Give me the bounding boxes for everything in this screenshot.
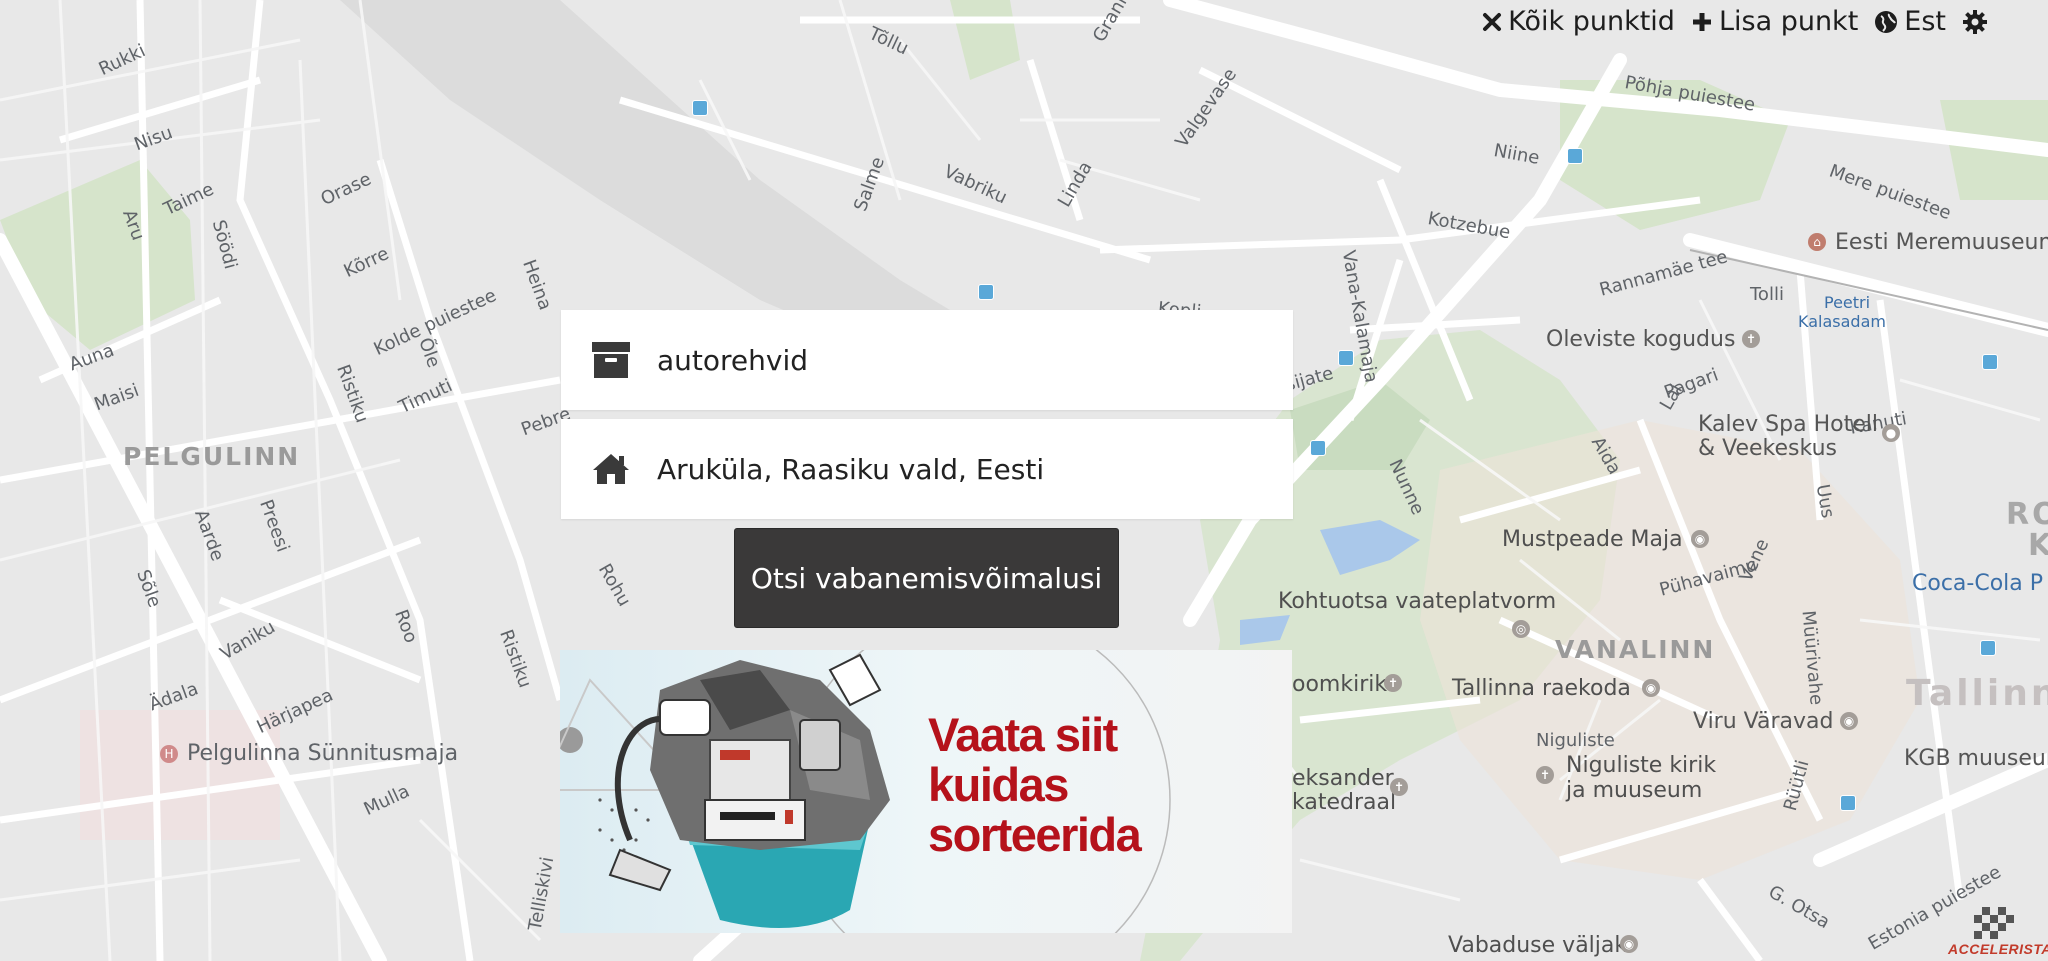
poi-label: oomkirik	[1292, 672, 1388, 697]
church-icon: ✝	[1390, 778, 1408, 796]
poi-label: Coca-Cola P	[1912, 571, 2044, 596]
banner-line-3: sorteerida	[928, 808, 1142, 861]
poi-label: katedraal	[1292, 790, 1397, 815]
poi-label: Peetri	[1824, 293, 1871, 312]
district-label-ro: RO	[2006, 497, 2048, 532]
sorting-guide-banner[interactable]: Vaata siit kuidas sorteerida	[560, 650, 1292, 933]
bus-stop-icon	[1338, 350, 1354, 366]
bus-stop-icon	[1980, 640, 1996, 656]
all-points-label: Kõik punktid	[1508, 6, 1675, 37]
bus-stop-icon	[978, 284, 994, 300]
poi-label: Eesti Meremuuseum	[1835, 230, 2048, 255]
watermark-text: ACCELERISTA	[1948, 941, 2048, 957]
poi-label: Kalasadam	[1798, 312, 1886, 331]
bus-stop-icon	[1567, 148, 1583, 164]
street-label: Niguliste	[1536, 730, 1615, 751]
gear-icon	[1963, 9, 1987, 34]
language-label: Est	[1904, 6, 1946, 37]
church-icon: ✝	[1742, 330, 1760, 348]
landmark-icon: ◉	[1642, 679, 1660, 697]
search-button[interactable]: Otsi vabanemisvõimalusi	[734, 528, 1119, 628]
watermark-logo: ACCELERISTA	[1948, 907, 2048, 957]
banner-headline: Vaata siit kuidas sorteerida	[928, 708, 1142, 861]
top-navigation: Kõik punktid Lisa punkt Est	[1482, 6, 1988, 37]
hospital-icon: H	[160, 745, 178, 763]
church-icon: ✝	[1536, 766, 1554, 784]
waste-type-field	[561, 310, 1293, 410]
poi-label: & Veekeskus	[1698, 436, 1837, 461]
banner-line-1: Vaata siit	[928, 708, 1118, 761]
landmark-icon: ◉	[1691, 530, 1709, 548]
viewpoint-icon: ◎	[1512, 620, 1530, 638]
banner-line-2: kuidas	[928, 758, 1069, 811]
street-label: Tolli	[1750, 284, 1784, 305]
home-icon	[591, 449, 631, 489]
poi-label: Kalev Spa Hotell	[1698, 412, 1878, 437]
poi-label: Mustpeade Maja	[1502, 527, 1683, 552]
poi-label: Viru Väravad	[1693, 709, 1834, 734]
district-label-tallinn: Tallinn	[1906, 673, 2048, 714]
location-input[interactable]	[655, 451, 1259, 487]
bus-stop-icon	[1840, 795, 1856, 811]
plus-icon	[1692, 12, 1711, 31]
hotel-icon: ●	[1882, 424, 1900, 442]
district-label-pelgulinn: PELGULINN	[123, 442, 301, 471]
poi-label: Vabaduse väljak	[1448, 933, 1628, 958]
location-field	[561, 419, 1293, 519]
bus-stop-icon	[1310, 440, 1326, 456]
poi-label: Niguliste kirik	[1566, 753, 1717, 778]
poi-label: ja muuseum	[1566, 778, 1703, 803]
district-label-k: K	[2028, 528, 2048, 563]
district-label-vanalinn: VANALINN	[1555, 635, 1716, 664]
waste-type-input[interactable]	[655, 342, 1259, 378]
appliances-illustration	[560, 650, 1171, 933]
archive-box-icon	[591, 340, 631, 380]
poi-label: Pelgulinna Sünnitusmaja	[187, 741, 459, 766]
poi-label: KGB muuseum	[1904, 746, 2048, 771]
bus-stop-icon	[692, 100, 708, 116]
globe-icon	[1875, 10, 1898, 33]
landmark-icon: ◉	[1620, 935, 1638, 953]
poi-label: Tallinna raekoda	[1452, 676, 1631, 701]
times-icon	[1483, 12, 1502, 31]
settings-button[interactable]	[1962, 9, 1988, 35]
add-point-link[interactable]: Lisa punkt	[1691, 6, 1858, 37]
poi-label: Kohtuotsa vaateplatvorm	[1278, 589, 1557, 614]
museum-icon: ⌂	[1808, 233, 1826, 251]
all-points-link[interactable]: Kõik punktid	[1482, 6, 1675, 37]
poi-label: Oleviste kogudus	[1546, 327, 1736, 352]
church-icon: ✝	[1384, 674, 1402, 692]
add-point-label: Lisa punkt	[1718, 6, 1859, 37]
bus-stop-icon	[1982, 354, 1998, 370]
poi-label: eksander	[1292, 766, 1394, 791]
landmark-icon: ◉	[1840, 712, 1858, 730]
language-selector[interactable]: Est	[1874, 6, 1946, 37]
